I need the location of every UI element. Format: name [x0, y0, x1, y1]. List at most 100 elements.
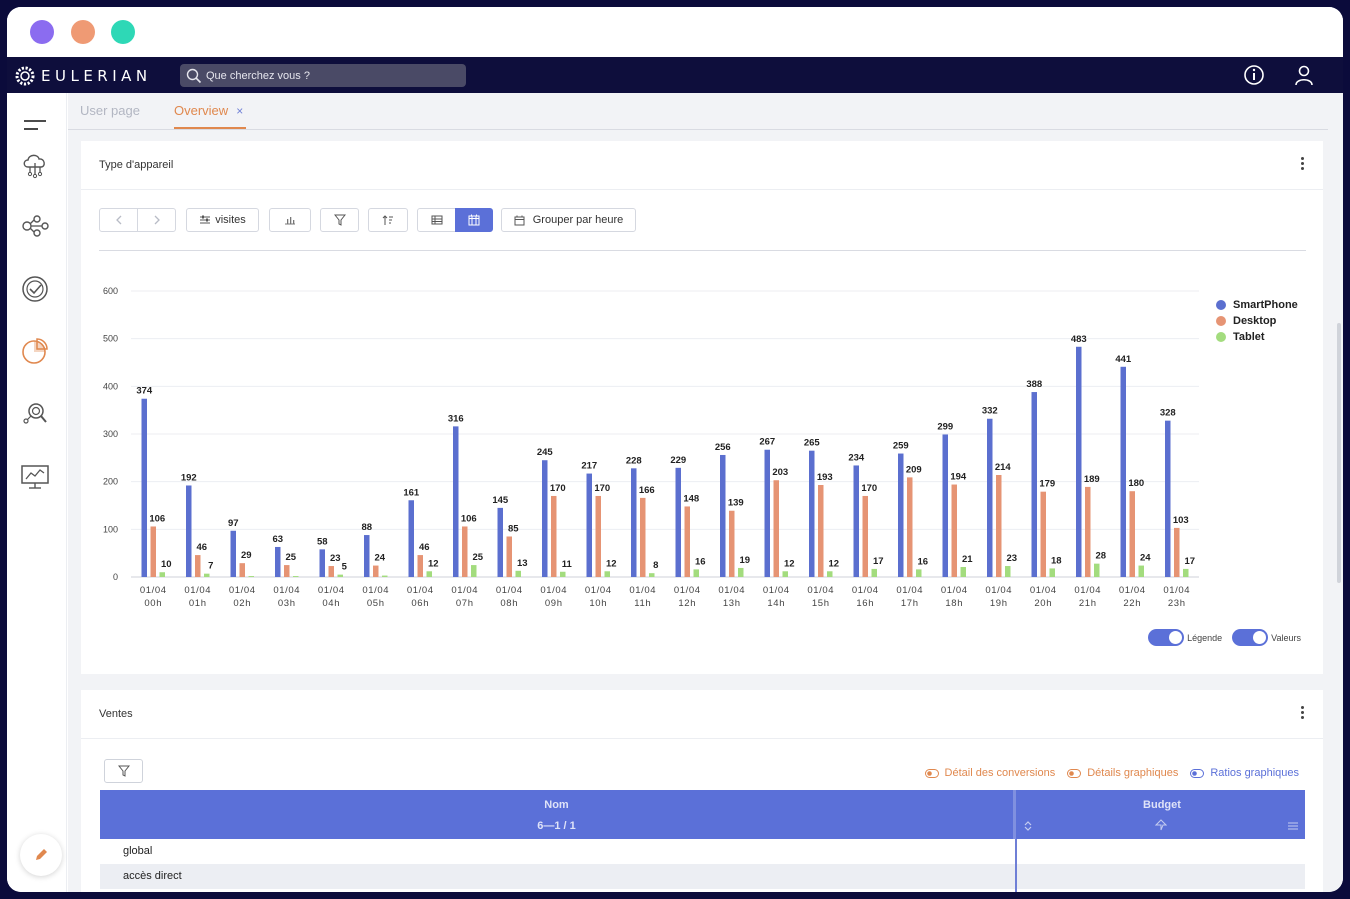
data-label-smartphone: 259	[893, 441, 909, 452]
bar-desktop	[640, 497, 646, 577]
data-label-smartphone: 332	[982, 406, 998, 417]
sidebar-item-goals[interactable]	[19, 273, 51, 305]
x-tick-label-date: 01/04	[140, 585, 167, 596]
table-row[interactable]: global	[100, 839, 1305, 864]
bar-tablet	[1183, 568, 1189, 577]
sidebar-item-explore[interactable]	[19, 398, 51, 430]
y-tick-label: 300	[103, 429, 118, 439]
sort-arrows-icon	[1024, 821, 1032, 831]
values-switch[interactable]	[1232, 629, 1269, 646]
legend-item-tablet[interactable]: Tablet	[1216, 329, 1298, 345]
info-icon[interactable]	[1243, 64, 1265, 86]
calendar-view-button[interactable]	[455, 208, 493, 232]
legend-toggle-label: Légende	[1187, 632, 1223, 643]
bar-smartphone	[1076, 346, 1082, 577]
y-tick-label: 400	[103, 381, 118, 391]
tab-close-icon[interactable]: ×	[236, 104, 243, 118]
legend-swatch-smartphone	[1216, 300, 1226, 310]
sales-table-header: Nom 6—1 / 1 Budget	[100, 790, 1305, 839]
window-control-green[interactable]	[111, 20, 135, 44]
check-circle-icon	[22, 276, 48, 302]
x-tick-label-date: 01/04	[229, 585, 256, 596]
bar-smartphone	[898, 453, 904, 577]
data-label-smartphone: 161	[403, 487, 420, 498]
main-content: User page Overview × Type d'appareil vis…	[68, 93, 1343, 892]
sales-card-menu-icon[interactable]	[1301, 706, 1305, 721]
data-label-smartphone: 88	[361, 522, 372, 533]
tab-overview[interactable]: Overview ×	[174, 103, 243, 118]
bar-tablet	[159, 572, 165, 577]
sidebar-menu-toggle[interactable]	[19, 109, 51, 141]
legend-item-smartphone[interactable]: SmartPhone	[1216, 297, 1298, 313]
data-label-smartphone: 388	[1026, 379, 1042, 390]
legend-item-desktop[interactable]: Desktop	[1216, 313, 1298, 329]
tab-user-page[interactable]: User page	[80, 103, 140, 118]
bar-smartphone	[1031, 392, 1037, 577]
next-button[interactable]	[137, 208, 176, 232]
active-tab-indicator	[174, 127, 246, 129]
sidebar-item-data-collection[interactable]	[19, 148, 51, 180]
table-row[interactable]: accès direct	[100, 864, 1305, 889]
bar-tablet	[515, 570, 521, 577]
bar-tablet	[1049, 568, 1055, 577]
x-tick-label-date: 01/04	[1119, 585, 1146, 596]
window-control-orange[interactable]	[71, 20, 95, 44]
eulerian-logo-icon	[15, 66, 35, 86]
data-label-desktop: 170	[861, 483, 877, 494]
data-label-desktop: 193	[817, 472, 833, 483]
values-toggle[interactable]: Valeurs	[1232, 629, 1301, 646]
sort-button[interactable]	[368, 208, 408, 232]
data-label-smartphone: 299	[937, 421, 953, 432]
bar-smartphone	[987, 418, 993, 577]
sidebar-item-flows[interactable]	[19, 210, 51, 242]
user-account-icon[interactable]	[1293, 64, 1315, 86]
search-input[interactable]	[206, 69, 456, 82]
sidebar-item-reports[interactable]	[19, 335, 51, 367]
bar-chart-icon	[285, 217, 295, 225]
sales-filter-button[interactable]	[104, 759, 143, 783]
search-bar[interactable]	[180, 64, 466, 87]
graph-details-link[interactable]: Détails graphiques	[1067, 767, 1178, 779]
x-tick-label-hour: 15h	[812, 598, 830, 609]
x-tick-label-hour: 07h	[456, 598, 474, 609]
data-label-desktop: 189	[1084, 474, 1100, 485]
legend-toggle[interactable]: Légende	[1148, 629, 1222, 646]
bar-smartphone	[720, 454, 726, 577]
bar-desktop	[729, 510, 735, 577]
sales-card-header: Ventes	[81, 690, 1323, 739]
column-header-nom[interactable]: Nom 6—1 / 1	[100, 790, 1016, 839]
y-tick-label: 100	[103, 524, 118, 534]
metric-selector-button[interactable]: visites	[186, 208, 259, 232]
sidebar-item-dashboard[interactable]	[19, 460, 51, 492]
bar-desktop	[684, 506, 690, 577]
x-tick-label-date: 01/04	[407, 585, 434, 596]
prev-button[interactable]	[99, 208, 138, 232]
table-row[interactable]: TV	[100, 889, 1305, 892]
bar-desktop	[862, 495, 868, 577]
chart-type-button[interactable]	[269, 208, 311, 232]
tab-bar: User page Overview ×	[68, 93, 1328, 130]
toggle-off-icon	[924, 768, 939, 778]
data-label-desktop: 46	[196, 542, 207, 553]
conversion-details-link[interactable]: Détail des conversions	[924, 767, 1055, 779]
bar-desktop	[773, 480, 779, 577]
brand-logo[interactable]: EULERIAN	[14, 65, 152, 87]
scrollbar-track[interactable]	[1337, 323, 1341, 583]
table-icon	[431, 215, 442, 225]
data-label-smartphone: 374	[136, 386, 153, 397]
graph-ratios-link[interactable]: Ratios graphiques	[1190, 767, 1299, 779]
edit-button[interactable]	[20, 834, 62, 876]
search-icon	[186, 68, 202, 83]
x-tick-label-hour: 11h	[634, 598, 651, 609]
legend-switch[interactable]	[1148, 629, 1185, 646]
card-menu-icon[interactable]	[1301, 157, 1305, 172]
table-view-button[interactable]	[417, 208, 456, 232]
column-header-budget[interactable]: Budget	[1019, 790, 1305, 839]
column-nom-label: Nom	[544, 799, 569, 811]
bar-smartphone	[364, 535, 370, 577]
bar-smartphone	[1165, 420, 1171, 577]
filter-button[interactable]	[320, 208, 359, 232]
data-label-tablet: 21	[962, 554, 973, 565]
window-control-purple[interactable]	[30, 20, 54, 44]
group-by-hour-button[interactable]: Grouper par heure	[501, 208, 636, 232]
